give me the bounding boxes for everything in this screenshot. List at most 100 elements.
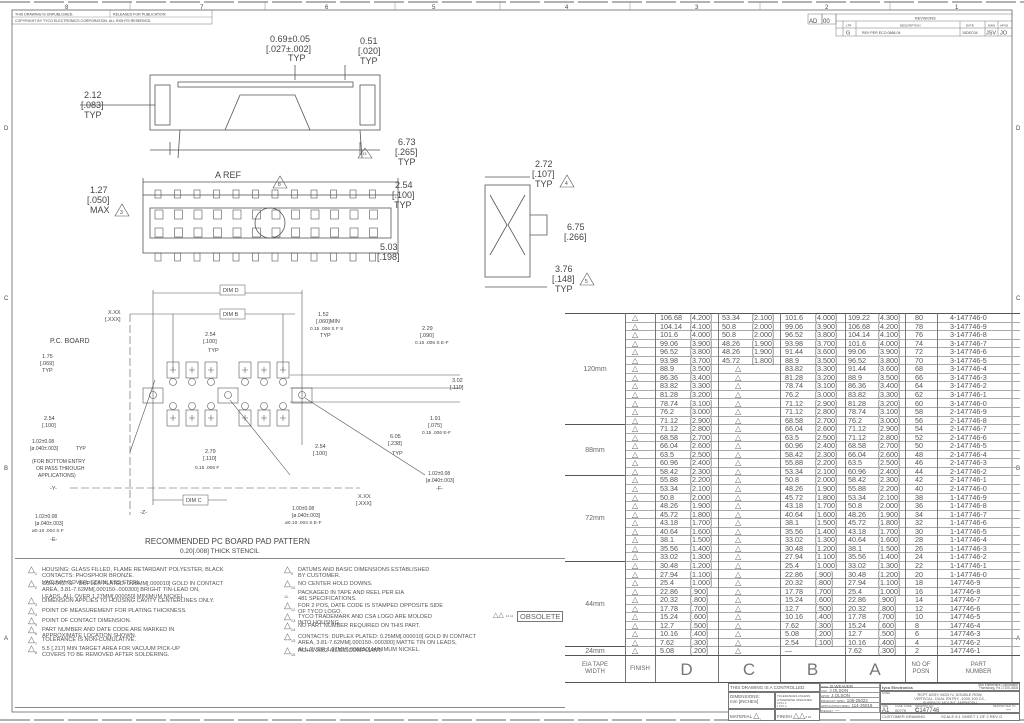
- table-cell: [1.500]: [815, 518, 837, 528]
- note-text: POINT OF CONTACT DIMENSION.: [42, 618, 132, 624]
- note-flag-icon: △: [735, 637, 742, 647]
- table-cell: 147746-7: [950, 595, 981, 605]
- header-finish: FINISH: [625, 655, 655, 683]
- table-cell: 58.42: [660, 466, 678, 476]
- table-cell: [.300]: [690, 637, 708, 647]
- svg-text:0.15 .006 S E-F: 0.15 .006 S E-F: [415, 340, 449, 346]
- note-flag-icon: △: [735, 552, 742, 562]
- table-cell: [1.000]: [690, 578, 712, 588]
- table-cell: 22.86: [785, 569, 803, 579]
- table-cell: 48: [915, 449, 923, 459]
- note-flag: 3: [120, 210, 123, 216]
- note-flag-icon: △: [735, 518, 742, 528]
- table-cell: 60.96: [785, 441, 803, 451]
- unpublished-notice: THIS DRAWING IS UNPUBLISHED.: [15, 13, 73, 17]
- table-cell: 83.82: [848, 389, 866, 399]
- rev-apvd: JO: [1000, 31, 1008, 37]
- table-cell: 68.58: [660, 432, 678, 442]
- table-cell: [1.700]: [878, 526, 900, 536]
- table-cell: 27.94: [848, 578, 866, 588]
- svg-text:TYP: TYP: [84, 110, 102, 120]
- svg-text:2.72: 2.72: [535, 159, 553, 169]
- table-cell: 55.88: [660, 475, 678, 485]
- table-cell: [3.900]: [878, 347, 900, 357]
- svg-text:-Y-: -Y-: [50, 486, 57, 492]
- table-cell: [1.200]: [690, 560, 712, 570]
- table-cell: [.500]: [878, 629, 896, 639]
- table-cell: 101.6: [785, 313, 803, 322]
- svg-text:[.050]: [.050]: [87, 195, 110, 205]
- table-cell: 96.52: [848, 355, 866, 365]
- note-text: NO PART NUMBER REQUIRED ON THIS PART.: [298, 623, 421, 629]
- table-cell: [3.000]: [815, 389, 837, 399]
- table-cell: 70: [915, 355, 923, 365]
- table-cell: [.600]: [690, 612, 708, 622]
- table-cell: 40.64: [660, 526, 678, 536]
- rev-col-date: DATE: [966, 24, 974, 28]
- note-flag-icon: △: [735, 484, 742, 493]
- table-cell: [.500]: [690, 620, 708, 630]
- finish-flag-icon: △: [632, 441, 639, 451]
- table-cell: [1.900]: [815, 484, 837, 493]
- note-flag-icon: △: [735, 543, 742, 553]
- table-divider: [845, 313, 846, 683]
- table-cell: 8: [915, 620, 919, 630]
- svg-text:6.05: 6.05: [390, 434, 401, 440]
- table-cell: [3.700]: [690, 355, 712, 365]
- svg-text:[ø.040±.003]: [ø.040±.003]: [35, 521, 64, 527]
- note-flag-icon: △: [735, 578, 742, 588]
- table-cell: 14: [915, 595, 923, 605]
- table-cell: [3.100]: [690, 398, 712, 408]
- table-cell: [4.300]: [878, 313, 900, 322]
- table-cell: 78: [915, 321, 923, 331]
- note-flag-icon: △: [735, 415, 742, 425]
- table-cell: [2.700]: [815, 415, 837, 425]
- pin-outline: [232, 189, 240, 199]
- table-cell: —: [785, 646, 793, 656]
- pin-outline: [310, 209, 320, 220]
- table-cell: 2.54: [785, 637, 799, 647]
- table-cell: [.300]: [878, 646, 896, 656]
- finish-flag-icon: △: [632, 415, 639, 425]
- svg-text:[.119]: [.119]: [450, 385, 464, 391]
- table-cell: [.900]: [690, 586, 708, 596]
- table-cell: 2-147746-5: [950, 441, 987, 451]
- table-cell: [.400]: [815, 612, 833, 622]
- release-notice: RELEASED FOR PUBLICATION: [113, 13, 166, 17]
- table-cell: [2.600]: [878, 449, 900, 459]
- table-cell: 71.12: [660, 415, 678, 425]
- pin-outline: [271, 189, 279, 199]
- pin-outline: [330, 209, 339, 220]
- table-cell: [.900]: [878, 595, 896, 605]
- note-item: △9 DATUMS AND BASIC DIMENSIONS ESTABLISHE…: [284, 564, 429, 580]
- pin-outline: [252, 252, 259, 262]
- table-cell: [1.000]: [815, 560, 837, 570]
- table-cell: 147746-6: [950, 603, 981, 613]
- finish-field: FINISH △△2 15: [775, 709, 820, 721]
- pin-outline: [330, 252, 337, 262]
- table-cell: [2.500]: [878, 458, 900, 468]
- svg-text:1.91: 1.91: [430, 416, 441, 422]
- table-cell: 2: [915, 646, 919, 656]
- zone-label: D: [4, 126, 9, 132]
- table-divider: [718, 313, 719, 683]
- zone-label: B: [4, 466, 8, 472]
- note-flag: 4: [565, 181, 568, 187]
- note-flag: 13: [362, 151, 367, 156]
- note-item: △7 TOLERANCE IS NON-CUMULATIVE.: [28, 634, 136, 645]
- table-cell: [1.900]: [690, 501, 712, 511]
- table-cell: 15.24: [785, 595, 803, 605]
- table-cell: [1.300]: [815, 535, 837, 545]
- pin-outline: [349, 189, 357, 199]
- table-cell: [2.800]: [690, 424, 712, 434]
- table-cell: 147746-1: [950, 646, 981, 656]
- table-cell: [3.400]: [878, 381, 900, 391]
- table-cell: [2.200]: [878, 484, 900, 493]
- table-cell: 25.4: [785, 560, 799, 570]
- table-cell: 74: [915, 338, 923, 348]
- svg-text:[.075]: [.075]: [428, 423, 442, 429]
- company-header: tyco Electronics Tyco Electronics Corpora…: [880, 682, 1020, 691]
- table-cell: [2.800]: [815, 407, 837, 417]
- finish-flag-icon: △: [632, 313, 639, 322]
- table-divider: [655, 313, 656, 683]
